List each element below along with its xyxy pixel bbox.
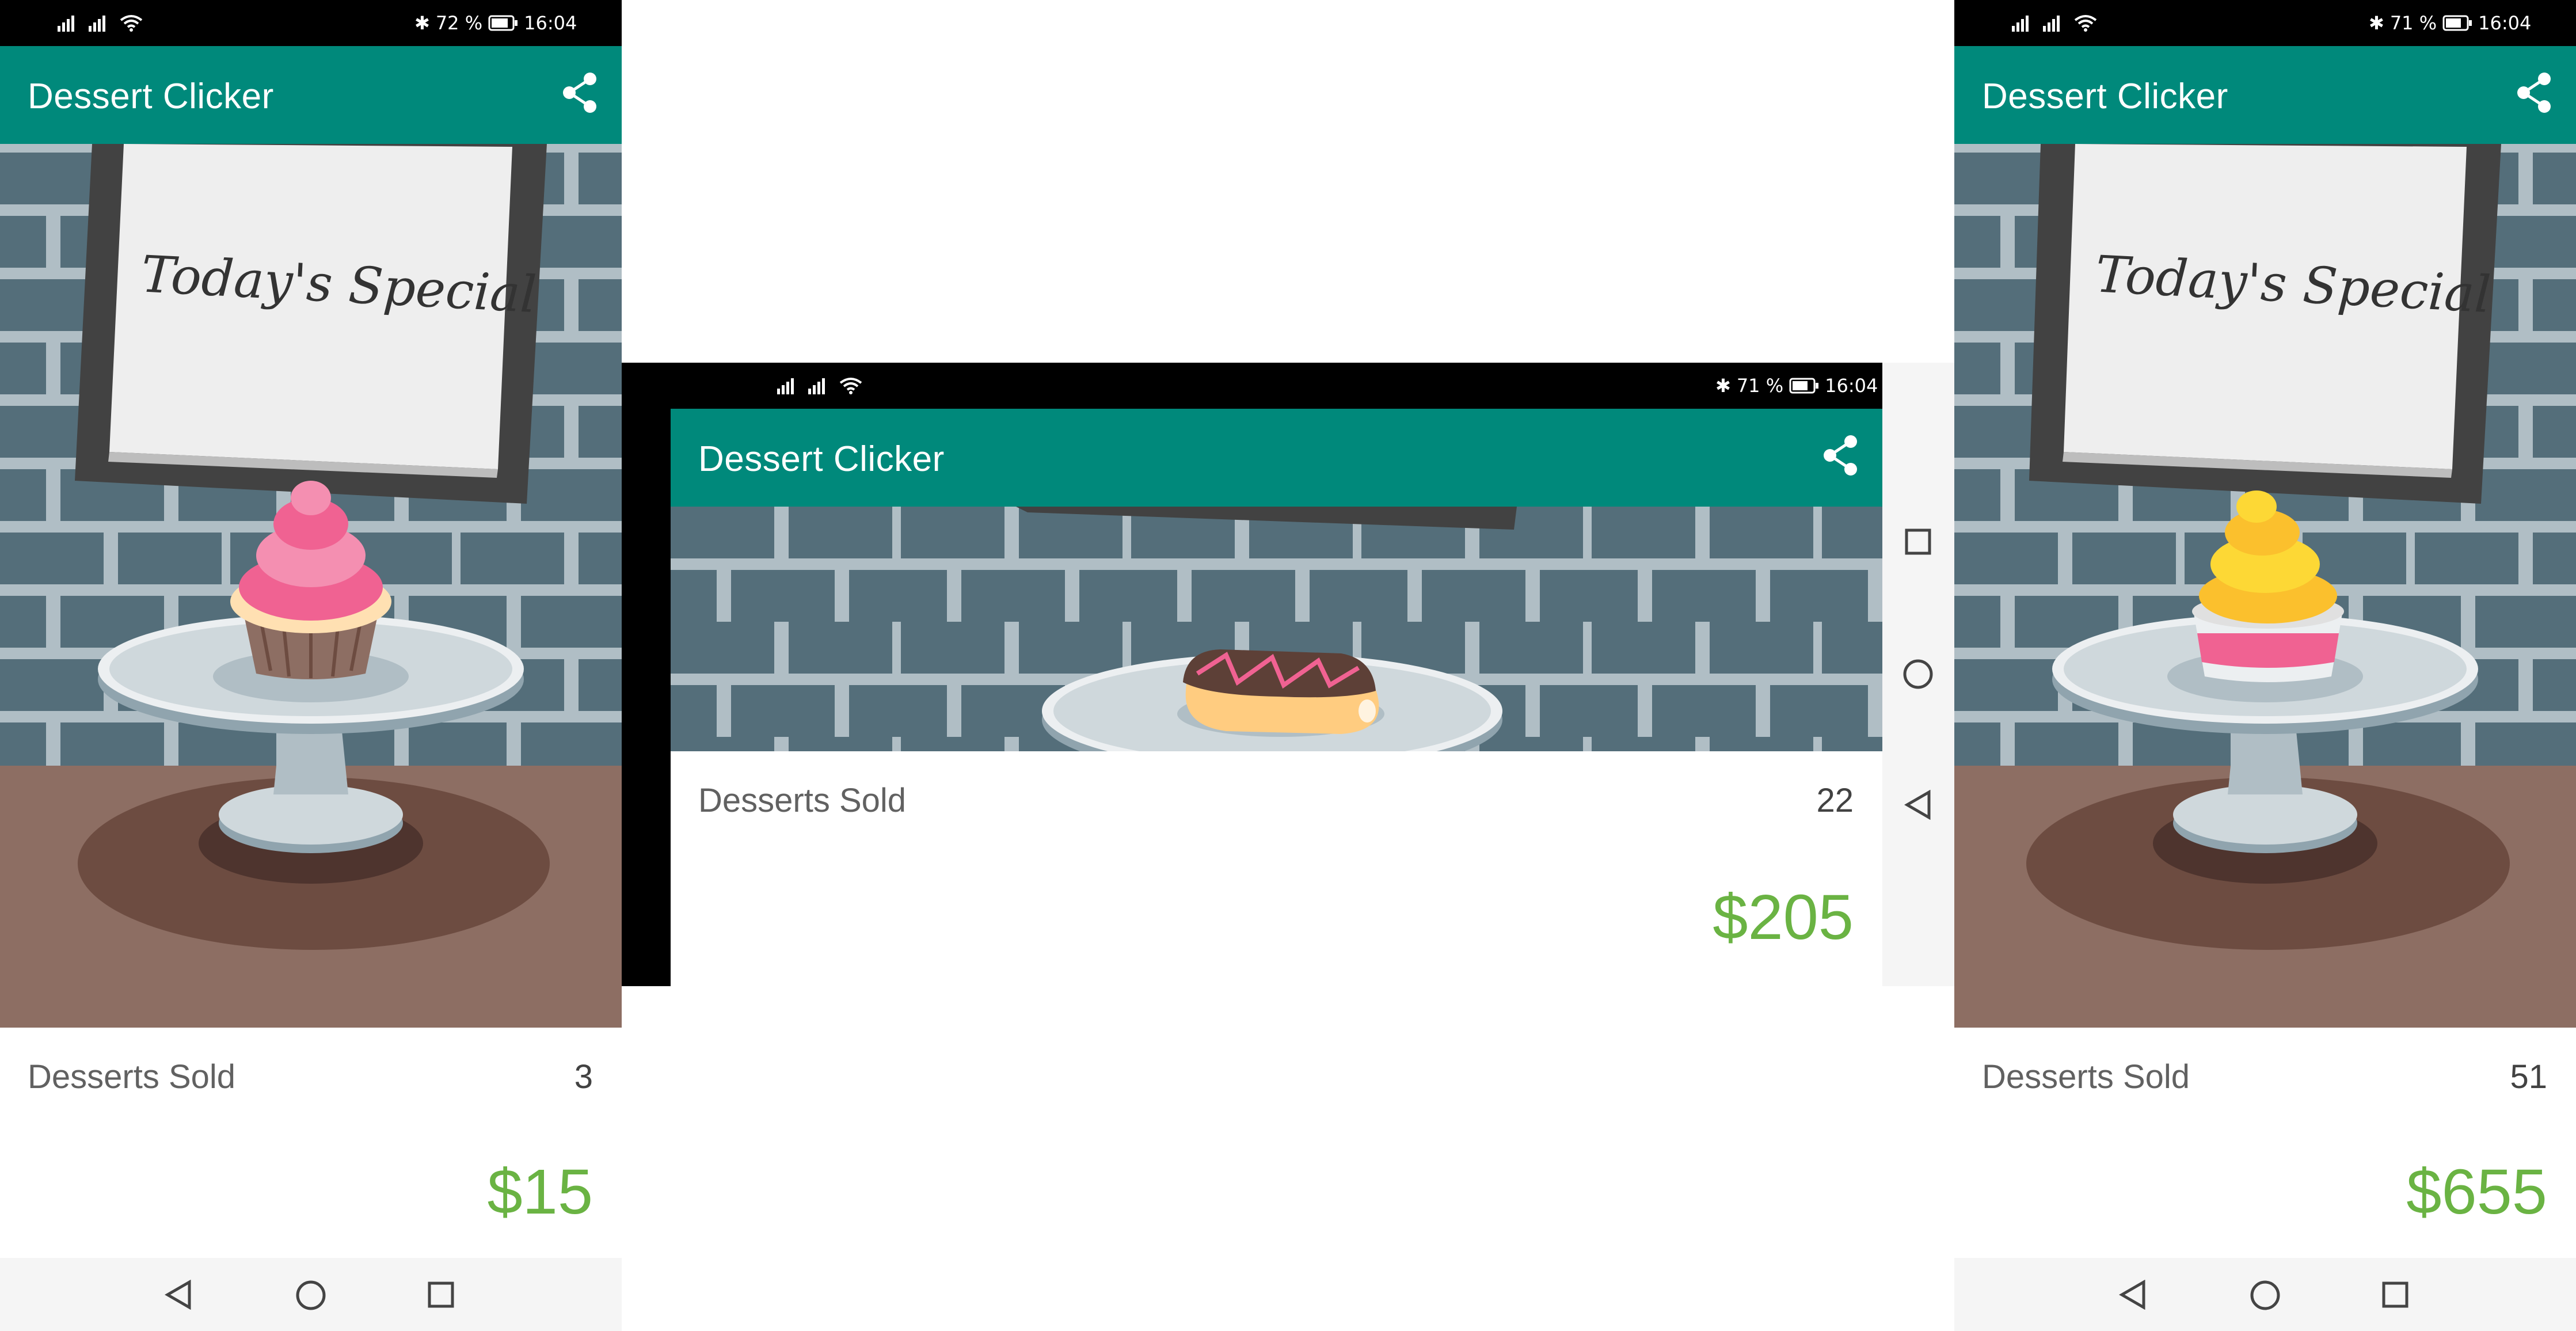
share-icon[interactable] [561,71,599,115]
cupcake-icon[interactable] [225,472,397,679]
battery-icon [488,15,518,31]
cell-signal-icon [808,378,825,394]
phone-screen-3: ✱ 71 % 16:04 Dessert Clicker Today's Spe… [1954,0,2576,1331]
cell-signal-icon [89,16,105,32]
wifi-icon [120,15,143,32]
app-title: Dessert Clicker [1982,77,2228,116]
battery-level: 72 % [435,12,483,34]
app-bar: Dessert Clicker [0,46,622,144]
app-bar: Dessert Clicker [671,409,1882,507]
recents-square-icon[interactable] [427,1281,455,1309]
dessert-scene: Today's Special [1954,144,2576,1028]
clock: 16:04 [524,12,577,34]
cell-signal-icon [777,378,794,394]
app-title: Dessert Clicker [698,439,945,479]
status-bar: ✱ 71 % 16:04 [1954,0,2576,46]
cell-signal-icon [2043,16,2060,32]
desserts-sold-count: 22 [1816,782,1854,819]
cell-signal-icon [58,16,74,32]
phone-screen-2: ✱ 71 % 16:04 Dessert Clicker Desserts So… [622,363,1954,986]
back-triangle-icon[interactable] [1904,790,1932,820]
clock: 16:04 [2478,12,2532,34]
home-circle-icon[interactable] [2250,1280,2281,1311]
app-title: Dessert Clicker [28,77,274,116]
status-bar: ✱ 72 % 16:04 [0,0,622,46]
share-icon[interactable] [2516,71,2554,115]
stats-card: Desserts Sold 22 $205 [671,751,1882,986]
dessert-scene [671,507,1882,751]
share-icon[interactable] [1822,433,1860,477]
desserts-sold-label: Desserts Sold [1982,1058,2190,1096]
revenue-amount: $15 [487,1157,593,1227]
desserts-sold-count: 51 [2510,1058,2547,1096]
recents-square-icon[interactable] [2381,1281,2409,1309]
battery-icon [1789,378,1819,394]
recents-square-icon[interactable] [1904,528,1932,556]
battery-icon [2442,15,2472,31]
bluetooth-icon: ✱ [414,12,430,34]
app-bar: Dessert Clicker [1954,46,2576,144]
wifi-icon [839,378,862,394]
bluetooth-icon: ✱ [2369,12,2384,34]
battery-level: 71 % [2389,12,2437,34]
nav-bar [1882,363,1954,986]
nav-bar [1954,1258,2576,1331]
bluetooth-icon: ✱ [1715,375,1731,397]
nav-bar [0,1258,622,1331]
stats-card: Desserts Sold 51 $655 [1954,1028,2576,1258]
home-circle-icon[interactable] [295,1280,326,1311]
desserts-sold-count: 3 [574,1058,593,1096]
clock: 16:04 [1825,375,1878,397]
revenue-amount: $205 [1713,882,1854,953]
back-triangle-icon[interactable] [164,1280,193,1310]
desserts-sold-label: Desserts Sold [28,1058,236,1096]
wifi-icon [2074,15,2097,32]
frozen-yogurt-icon[interactable] [2185,478,2351,691]
cell-signal-icon [2012,16,2029,32]
status-bar: ✱ 71 % 16:04 [668,363,1882,409]
eclair-icon[interactable] [1174,628,1387,743]
stats-card: Desserts Sold 3 $15 [0,1028,622,1258]
home-circle-icon[interactable] [1902,659,1934,690]
dessert-scene: Today's Special [0,144,622,1028]
battery-level: 71 % [1736,375,1784,397]
back-triangle-icon[interactable] [2118,1280,2147,1310]
phone-screen-1: ✱ 72 % 16:04 Dessert Clicker Today's Spe… [0,0,622,1331]
revenue-amount: $655 [2406,1157,2547,1227]
desserts-sold-label: Desserts Sold [698,782,907,819]
